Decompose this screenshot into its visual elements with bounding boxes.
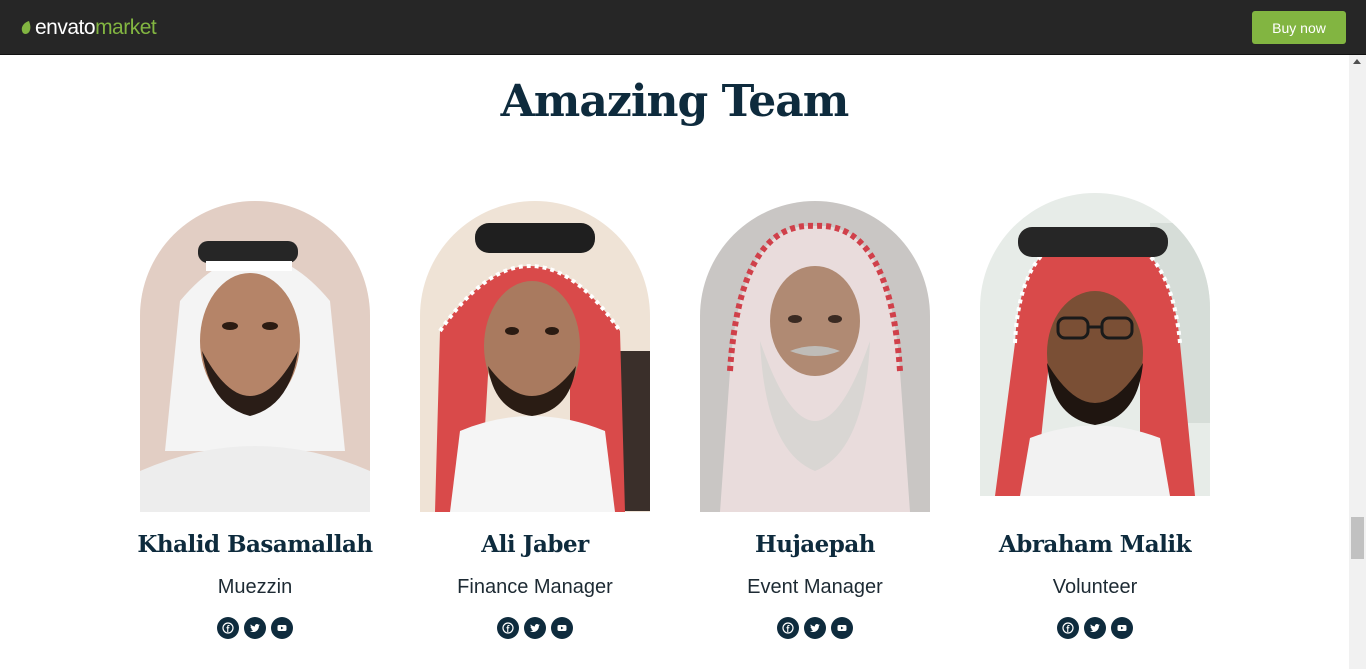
member-portrait <box>420 201 650 512</box>
member-photo <box>420 201 650 512</box>
leaf-icon <box>21 21 31 34</box>
logo-brand-text: envato <box>35 16 96 39</box>
member-name: Ali Jaber <box>481 531 589 558</box>
member-name: Abraham Malik <box>998 531 1192 558</box>
buy-now-button[interactable]: Buy now <box>1252 11 1346 44</box>
team-member-card: Hujaepah Event Manager <box>700 201 930 639</box>
vertical-scrollbar[interactable] <box>1349 55 1366 669</box>
social-links <box>980 617 1210 639</box>
logo-sub-text: market <box>95 16 157 39</box>
top-bar: envato market Buy now <box>0 0 1366 55</box>
team-member-card: Ali Jaber Finance Manager <box>420 201 650 639</box>
member-photo <box>700 201 930 512</box>
social-links <box>140 617 370 639</box>
member-name: Hujaepah <box>754 531 876 558</box>
youtube-icon[interactable] <box>1111 617 1133 639</box>
social-links <box>420 617 650 639</box>
member-role: Finance Manager <box>457 576 613 598</box>
member-role: Volunteer <box>1052 576 1138 598</box>
twitter-icon[interactable] <box>244 617 266 639</box>
facebook-icon[interactable] <box>497 617 519 639</box>
section-title: Amazing Team <box>500 76 850 127</box>
member-name: Khalid Basamallah <box>137 531 373 558</box>
youtube-icon[interactable] <box>551 617 573 639</box>
youtube-icon[interactable] <box>271 617 293 639</box>
member-role: Event Manager <box>747 576 883 598</box>
envato-market-logo[interactable]: envato market <box>20 14 157 42</box>
member-portrait <box>980 193 1210 496</box>
member-role: Muezzin <box>217 576 293 598</box>
facebook-icon[interactable] <box>217 617 239 639</box>
twitter-icon[interactable] <box>804 617 826 639</box>
twitter-icon[interactable] <box>1084 617 1106 639</box>
scrollbar-thumb[interactable] <box>1351 517 1364 559</box>
member-portrait <box>140 201 370 512</box>
facebook-icon[interactable] <box>777 617 799 639</box>
social-links <box>700 617 930 639</box>
member-portrait <box>700 201 930 512</box>
youtube-icon[interactable] <box>831 617 853 639</box>
member-photo <box>140 201 370 512</box>
team-member-card: Khalid Basamallah Muezzin <box>137 201 373 639</box>
twitter-icon[interactable] <box>524 617 546 639</box>
facebook-icon[interactable] <box>1057 617 1079 639</box>
team-member-card: Abraham Malik Volunteer <box>980 193 1210 639</box>
scroll-up-arrow-icon[interactable] <box>1353 59 1361 64</box>
member-photo <box>980 193 1210 496</box>
